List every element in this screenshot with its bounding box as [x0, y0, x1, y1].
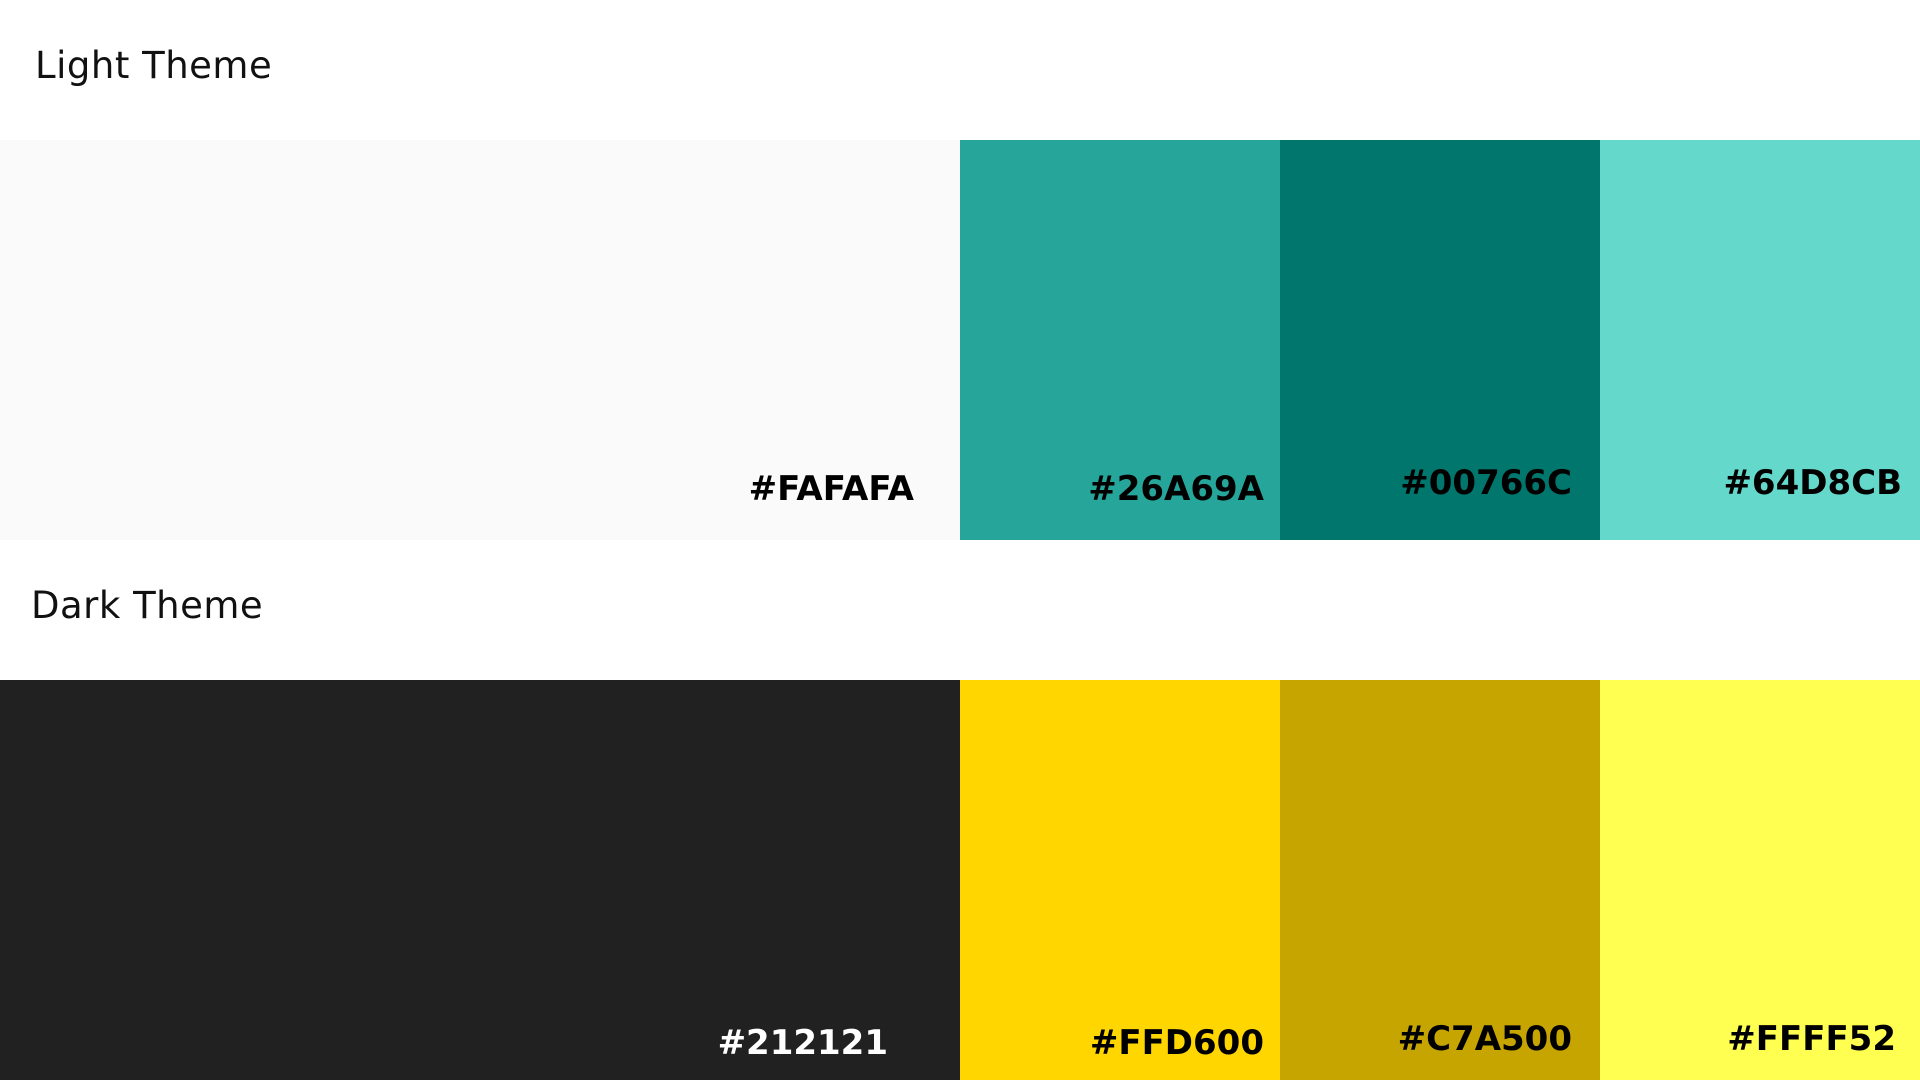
dark-background-swatch: #212121 — [0, 680, 960, 1080]
light-primary-light-hex-label: #64D8CB — [1723, 463, 1902, 503]
dark-primary-swatch: #FFD600 — [960, 680, 1280, 1080]
light-theme-title: Light Theme — [35, 44, 273, 87]
light-primary-swatch: #26A69A — [960, 140, 1280, 540]
light-background-swatch: #FAFAFA — [0, 140, 960, 540]
dark-primary-light-hex-label: #FFFF52 — [1727, 1019, 1896, 1059]
light-primary-light-swatch: #64D8CB — [1600, 140, 1920, 540]
light-theme-palette: #FAFAFA #26A69A #00766C #64D8CB — [0, 140, 1920, 540]
color-palette-page: Light Theme #FAFAFA #26A69A #00766C #64D… — [0, 0, 1920, 1080]
dark-theme-title: Dark Theme — [31, 584, 264, 627]
light-primary-dark-swatch: #00766C — [1280, 140, 1600, 540]
dark-primary-dark-swatch: #C7A500 — [1280, 680, 1600, 1080]
dark-primary-hex-label: #FFD600 — [1089, 1023, 1264, 1063]
dark-background-hex-label: #212121 — [717, 1023, 888, 1063]
light-primary-dark-hex-label: #00766C — [1400, 463, 1572, 503]
dark-theme-palette: #212121 #FFD600 #C7A500 #FFFF52 — [0, 680, 1920, 1080]
dark-primary-dark-hex-label: #C7A500 — [1397, 1019, 1572, 1059]
dark-primary-light-swatch: #FFFF52 — [1600, 680, 1920, 1080]
light-primary-hex-label: #26A69A — [1088, 469, 1264, 509]
light-background-hex-label: #FAFAFA — [748, 469, 914, 509]
